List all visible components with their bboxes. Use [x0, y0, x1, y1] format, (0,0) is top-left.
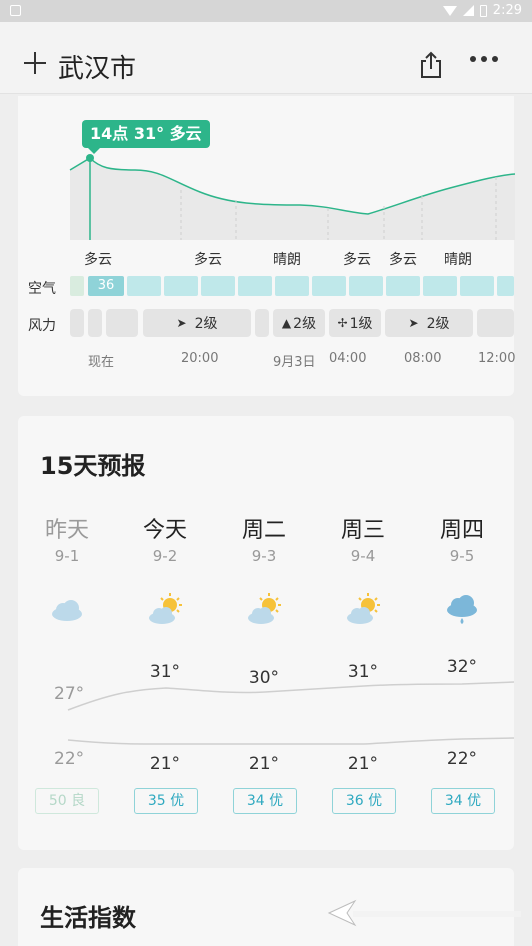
day-name: 周四 [439, 518, 484, 543]
partly-cloudy-icon [244, 590, 284, 630]
day-low-temp: 21° [149, 754, 181, 774]
wind-level: 2级 [194, 316, 218, 332]
air-quality-current: 36 [88, 276, 124, 296]
daily-forecast-card [18, 416, 514, 850]
day-date: 9-5 [449, 547, 475, 565]
battery-icon [479, 4, 487, 17]
day-name: 周二 [241, 518, 286, 543]
hourly-time-label: 20:00 [181, 351, 219, 366]
day-low-temp: 21° [248, 754, 280, 774]
day-aqi-badge: 34 优 [233, 788, 297, 814]
air-quality-cell [201, 276, 235, 296]
air-quality-cell [460, 276, 494, 296]
day-date: 9-2 [152, 547, 178, 565]
wind-cell [106, 309, 138, 337]
hourly-time-label: 12:00 [478, 351, 516, 366]
city-title[interactable]: 武汉市 [58, 48, 136, 85]
day-aqi-badge: 34 优 [431, 788, 495, 814]
rain-icon [442, 590, 482, 630]
wind-level: 2级 [426, 316, 450, 332]
day-name: 周三 [340, 518, 385, 543]
wind-direction-icon: ➤ [408, 316, 419, 330]
app-bar: 武汉市 [0, 22, 532, 94]
day-name: 今天 [142, 518, 187, 543]
day-low-temp: 22° [54, 749, 85, 769]
wind-level: 1级 [349, 316, 373, 332]
day-date: 9-3 [251, 547, 277, 565]
partly-cloudy-icon [343, 590, 383, 630]
air-quality-cell [497, 276, 514, 296]
wind-cell: ➤ 2级 [143, 309, 251, 337]
hourly-time-label: 04:00 [329, 351, 367, 366]
hourly-time-label: 9月3日 [273, 355, 316, 370]
day-date: 9-1 [54, 547, 80, 565]
partly-cloudy-icon [145, 590, 185, 630]
air-quality-cell [238, 276, 272, 296]
day-high-temp: 31° [347, 662, 379, 682]
hourly-condition: 晴朗 [273, 252, 301, 268]
hourly-time-label: 08:00 [404, 351, 442, 366]
more-options-icon[interactable] [470, 56, 498, 62]
air-quality-cell [127, 276, 161, 296]
hourly-time-label: 现在 [88, 355, 115, 370]
day-name: 昨天 [44, 518, 89, 543]
hourly-condition: 多云 [343, 252, 371, 268]
wind-level: 2级 [293, 316, 317, 332]
day-low-temp: 22° [446, 749, 478, 769]
day-high-temp: 32° [446, 657, 478, 677]
air-quality-cell [349, 276, 383, 296]
day-aqi-badge: 35 优 [134, 788, 198, 814]
day-aqi-badge: 36 优 [332, 788, 396, 814]
day-low-temp: 21° [347, 754, 379, 774]
wind-cell [255, 309, 269, 337]
air-quality-cell [386, 276, 420, 296]
wind-direction-icon: ➤ [176, 316, 187, 330]
status-time: 2:29 [492, 3, 522, 18]
day-aqi-badge: 50 良 [35, 788, 99, 814]
day-high-temp: 31° [149, 662, 181, 682]
signal-icon [462, 5, 474, 16]
status-bar: 2:29 [0, 0, 532, 22]
wifi-icon [442, 5, 457, 16]
hourly-condition: 多云 [194, 252, 222, 268]
day-high-temp: 30° [248, 668, 280, 688]
day-high-temp: 27° [54, 684, 85, 704]
status-indicators: 2:29 [442, 3, 522, 18]
air-quality-cell [312, 276, 346, 296]
day-date: 9-4 [350, 547, 376, 565]
wind-cell: ✢ 1级 [329, 309, 381, 337]
cloudy-icon [47, 590, 87, 630]
add-city-icon[interactable] [24, 52, 46, 74]
hourly-condition: 晴朗 [444, 252, 472, 268]
wind-cell: ➤ 2级 [385, 309, 473, 337]
air-row-label: 空气 [28, 281, 56, 297]
wind-cell [477, 309, 514, 337]
wind-cell [70, 309, 84, 337]
hourly-condition: 多云 [84, 252, 112, 268]
air-quality-cell [70, 276, 84, 296]
wind-cell: ▲ 2级 [273, 309, 325, 337]
air-quality-cell [164, 276, 198, 296]
wind-direction-icon: ✢ [337, 316, 348, 330]
wind-row-label: 风力 [28, 318, 56, 334]
wind-direction-icon: ▲ [281, 316, 292, 330]
wind-cell [88, 309, 102, 337]
watermark-logo [327, 899, 521, 927]
life-index-title[interactable]: 生活指数 [40, 898, 136, 933]
air-quality-cell [423, 276, 457, 296]
share-icon[interactable] [416, 50, 446, 80]
air-quality-cell [275, 276, 309, 296]
daily-forecast-title[interactable]: 15天预报 [40, 446, 145, 481]
current-hour-tooltip: 14点 31° 多云 [82, 120, 210, 154]
notification-icon [10, 5, 21, 16]
hourly-condition: 多云 [389, 252, 417, 268]
